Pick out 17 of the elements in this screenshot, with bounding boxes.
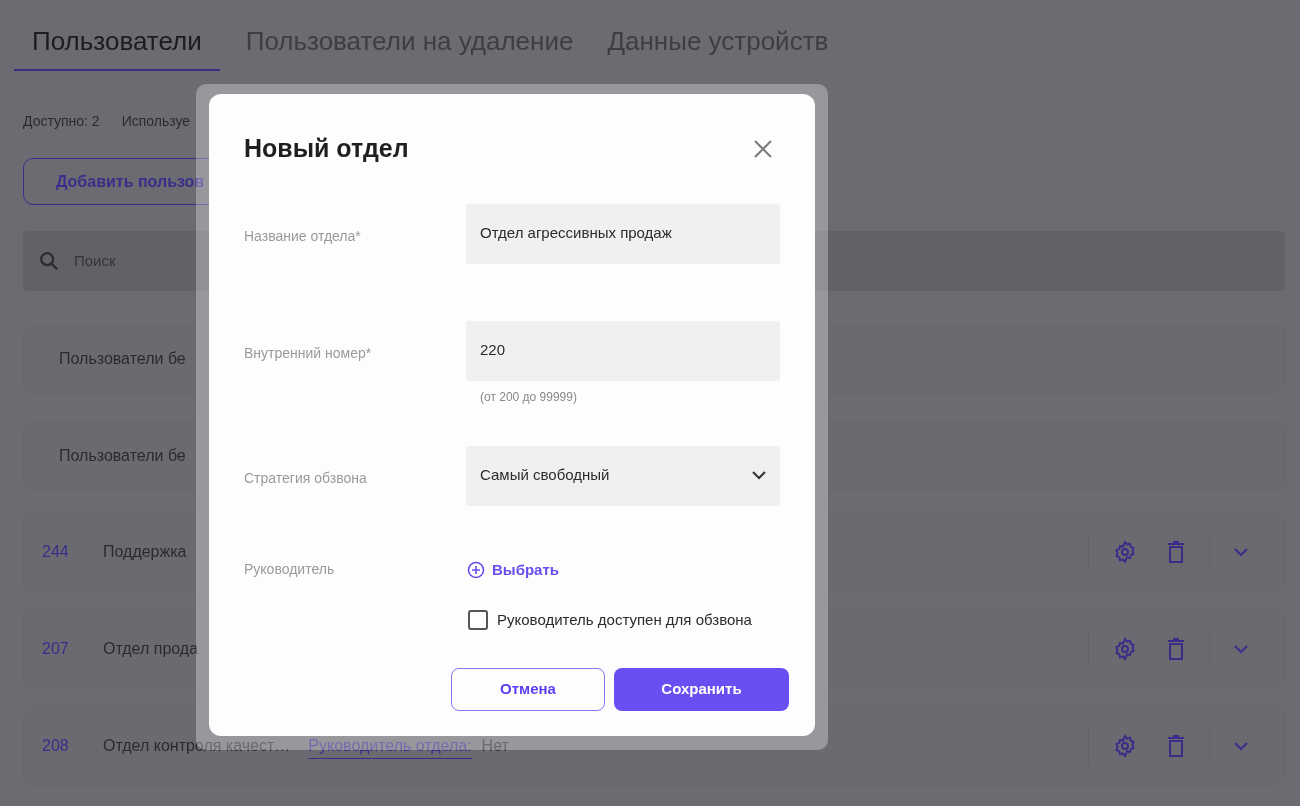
group-label: Пользователи бе [59,446,186,466]
field-hint: (от 200 до 99999) [480,388,578,406]
field-label: Внутренний номер* [244,343,373,363]
field-label: Название отдела* [244,226,362,246]
department-number: 208 [42,736,70,756]
manager-value: Нет [481,736,509,756]
stat-text: Доступно: 2 [23,112,100,131]
department-number: 244 [42,542,70,562]
department-name: Поддержка [103,542,187,562]
department-name: Отдел прода [103,639,199,659]
department-name: Отдел контроля качест… [103,736,291,756]
stat-text: Используе [121,112,191,131]
checkbox-label: Руководитель доступен для обзвона [497,610,752,630]
field-label: Руководитель [244,559,336,579]
field-label: Стратегия обзвона [244,468,368,488]
group-label: Пользователи бе [59,349,186,369]
department-number: 207 [42,639,70,659]
